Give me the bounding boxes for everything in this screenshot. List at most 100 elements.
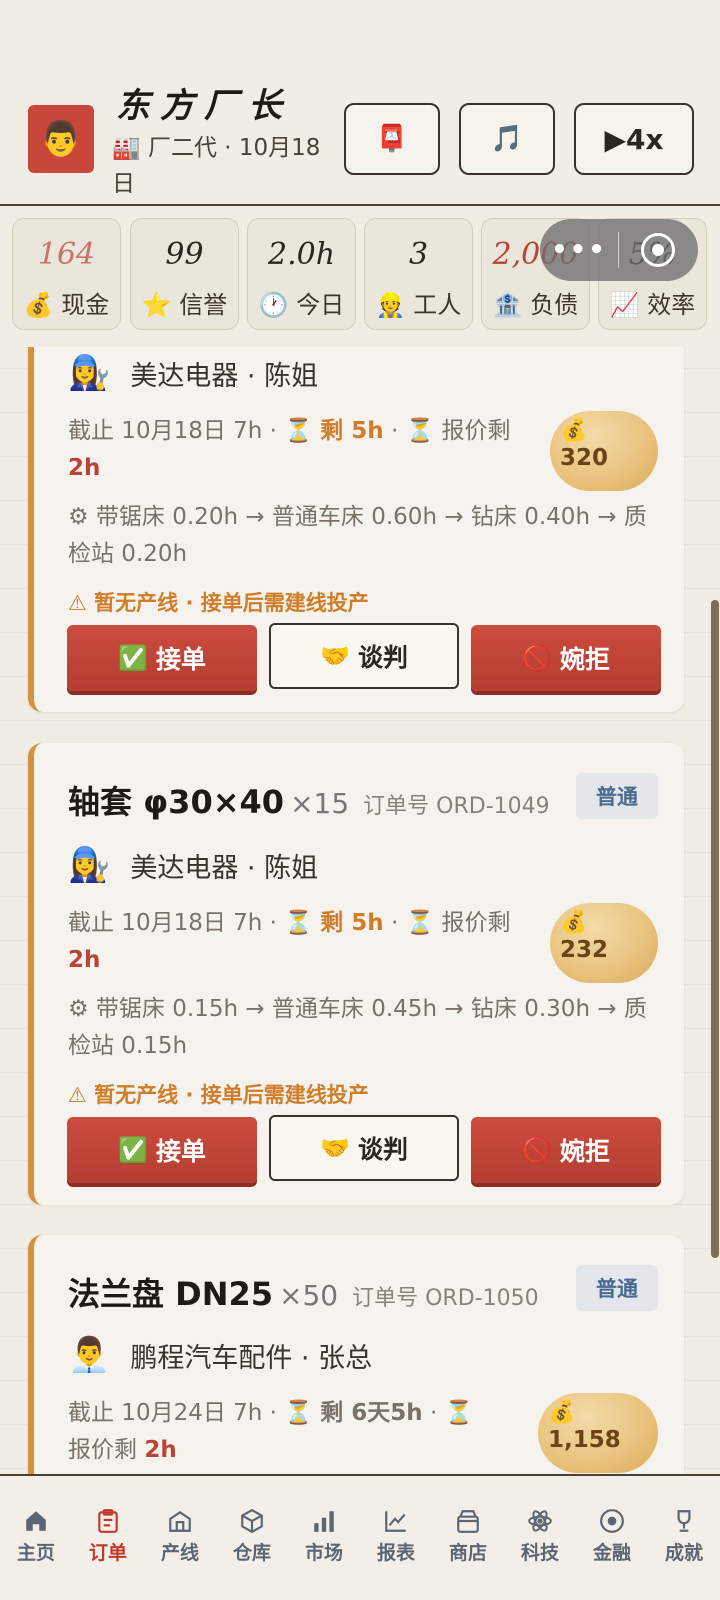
- player-subtitle: 🏭 厂二代 · 10月18日: [112, 135, 321, 197]
- tab-label: 成就: [664, 1542, 703, 1564]
- stat-reputation[interactable]: 99 ⭐ 信誉: [130, 218, 239, 330]
- client-name: 美达电器 · 陈姐: [130, 852, 319, 884]
- home-icon: [26, 1511, 46, 1531]
- client-avatar-icon: 👨‍💼: [68, 1335, 111, 1375]
- price-value: 1,158: [548, 1427, 621, 1453]
- handshake-icon: 🤝: [320, 642, 350, 670]
- remaining-time: 剩 6天5h: [320, 1400, 423, 1426]
- mailbox-icon: 📮: [375, 124, 409, 154]
- coin-icon: [600, 1509, 624, 1533]
- no-line-warning: ⚠ 暂无产线 · 接单后需建线投产: [68, 591, 369, 615]
- stat-label: 👷 工人: [375, 291, 462, 319]
- music-button[interactable]: 🎵: [459, 103, 555, 175]
- client-name: 美达电器 · 陈姐: [130, 360, 319, 392]
- reject-order-button[interactable]: 🚫 婉拒: [471, 625, 661, 691]
- deadline-text: 截止 10月24日 7h · ⏳ 剩 6天5h · ⏳ 报价剩 2h: [68, 1400, 474, 1463]
- price-value: 320: [560, 445, 609, 471]
- quote-remaining: 2h: [144, 1437, 177, 1463]
- quote-remaining: 2h: [68, 947, 101, 973]
- client-avatar-icon: 👩‍🔧: [68, 353, 111, 393]
- order-title: 法兰盘 DN25 ×50 订单号 ORD-1050: [68, 1269, 539, 1315]
- tab-technology[interactable]: 科技: [504, 1476, 576, 1600]
- top-header: 👨 东方厂长 🏭 厂二代 · 10月18日 📮 🎵 ▶4x: [0, 0, 720, 206]
- negotiate-button[interactable]: 🤝 谈判: [269, 1115, 459, 1181]
- negotiate-button[interactable]: 🤝 谈判: [269, 623, 459, 689]
- miniprogram-capsule: •••: [540, 219, 698, 281]
- price-tag: 💰 320: [550, 411, 658, 491]
- tab-label: 科技: [520, 1542, 559, 1564]
- shop-icon: [457, 1510, 479, 1533]
- priority-badge: 普通: [576, 773, 658, 819]
- stat-label: 💰 现金: [23, 291, 110, 319]
- tab-shop[interactable]: 商店: [432, 1476, 504, 1600]
- tab-home[interactable]: 主页: [0, 1476, 72, 1600]
- order-number: 订单号 ORD-1050: [352, 1286, 539, 1311]
- order-card: 法兰盘 DN25 ×50 订单号 ORD-1050 普通 👨‍💼 鹏程汽车配件 · …: [28, 1235, 684, 1474]
- money-bag-icon: 💰: [560, 910, 588, 935]
- stat-label: ⭐ 信誉: [141, 291, 228, 319]
- line-chart-icon: [385, 1511, 406, 1532]
- stat-value: 99: [165, 237, 204, 272]
- music-icon: 🎵: [490, 124, 524, 154]
- tab-label: 金融: [592, 1542, 631, 1564]
- tab-label: 市场: [304, 1542, 343, 1564]
- prohibited-icon: 🚫: [522, 644, 552, 672]
- deadline-text: 截止 10月18日 7h · ⏳ 剩 5h · ⏳ 报价剩 2h: [68, 910, 511, 973]
- tab-orders[interactable]: 订单: [72, 1476, 144, 1600]
- tab-reports[interactable]: 报表: [360, 1476, 432, 1600]
- money-bag-icon: 💰: [560, 418, 588, 443]
- order-number: 订单号 ORD-1049: [363, 794, 550, 819]
- factory-icon: [169, 1511, 191, 1532]
- mailbox-button[interactable]: 📮: [344, 103, 440, 175]
- product-name: 轴套 φ30×40: [68, 783, 285, 821]
- box-icon: [241, 1508, 263, 1534]
- clipboard-icon: [98, 1509, 118, 1533]
- tab-warehouse[interactable]: 仓库: [216, 1476, 288, 1600]
- tab-label: 产线: [160, 1542, 199, 1564]
- stat-label: 🏦 负债: [492, 291, 579, 319]
- remaining-time: 剩 5h: [320, 910, 384, 936]
- priority-badge: 普通: [576, 1265, 658, 1311]
- tab-label: 报表: [376, 1542, 415, 1564]
- price-tag: 💰 1,158: [538, 1393, 658, 1473]
- more-menu-button[interactable]: •••: [540, 235, 618, 265]
- order-list[interactable]: 👩‍🔧 美达电器 · 陈姐 截止 10月18日 7h · ⏳ 剩 5h · ⏳ …: [0, 347, 720, 1474]
- price-value: 232: [560, 937, 609, 963]
- scrollbar-thumb[interactable]: [711, 600, 719, 1258]
- order-card: 👩‍🔧 美达电器 · 陈姐 截止 10月18日 7h · ⏳ 剩 5h · ⏳ …: [28, 347, 684, 712]
- price-tag: 💰 232: [550, 903, 658, 983]
- atom-icon: [528, 1510, 552, 1532]
- tab-production-line[interactable]: 产线: [144, 1476, 216, 1600]
- tab-label: 商店: [448, 1542, 487, 1564]
- speed-button[interactable]: ▶4x: [574, 103, 694, 175]
- deadline-text: 截止 10月18日 7h · ⏳ 剩 5h · ⏳ 报价剩 2h: [68, 418, 511, 481]
- tab-market[interactable]: 市场: [288, 1476, 360, 1600]
- stat-value: 3: [408, 237, 429, 272]
- tab-label: 主页: [16, 1542, 55, 1564]
- player-title: 东方厂长: [116, 86, 292, 126]
- money-bag-icon: 💰: [548, 1400, 576, 1425]
- order-title: 轴套 φ30×40 ×15 订单号 ORD-1049: [68, 777, 550, 823]
- order-quantity: ×50: [279, 1279, 339, 1312]
- accept-order-button[interactable]: ✅ 接单: [67, 625, 257, 691]
- stat-cash[interactable]: 164 💰 现金: [12, 218, 121, 330]
- no-line-warning: ⚠ 暂无产线 · 接单后需建线投产: [68, 1083, 369, 1107]
- trophy-icon: [677, 1510, 691, 1532]
- tab-achievements[interactable]: 成就: [648, 1476, 720, 1600]
- player-avatar[interactable]: 👨: [28, 105, 94, 173]
- stat-today[interactable]: 2.0h 🕐 今日: [247, 218, 356, 330]
- bar-chart-icon: [314, 1511, 334, 1532]
- close-miniprogram-button[interactable]: [619, 233, 697, 267]
- accept-order-button[interactable]: ✅ 接单: [67, 1117, 257, 1183]
- avatar-icon: 👨: [39, 119, 83, 159]
- tab-finance[interactable]: 金融: [576, 1476, 648, 1600]
- stat-workers[interactable]: 3 👷 工人: [364, 218, 473, 330]
- client-info: 👩‍🔧 美达电器 · 陈姐: [68, 845, 318, 885]
- reject-order-button[interactable]: 🚫 婉拒: [471, 1117, 661, 1183]
- process-route: ⚙ 带锯床 0.20h → 普通车床 0.60h → 钻床 0.40h → 质检…: [68, 504, 647, 567]
- prohibited-icon: 🚫: [522, 1136, 552, 1164]
- order-card: 轴套 φ30×40 ×15 订单号 ORD-1049 普通 👩‍🔧 美达电器 · 陈…: [28, 743, 684, 1205]
- check-icon: ✅: [118, 644, 148, 672]
- product-name: 法兰盘 DN25: [68, 1275, 274, 1313]
- client-info: 👩‍🔧 美达电器 · 陈姐: [68, 353, 318, 393]
